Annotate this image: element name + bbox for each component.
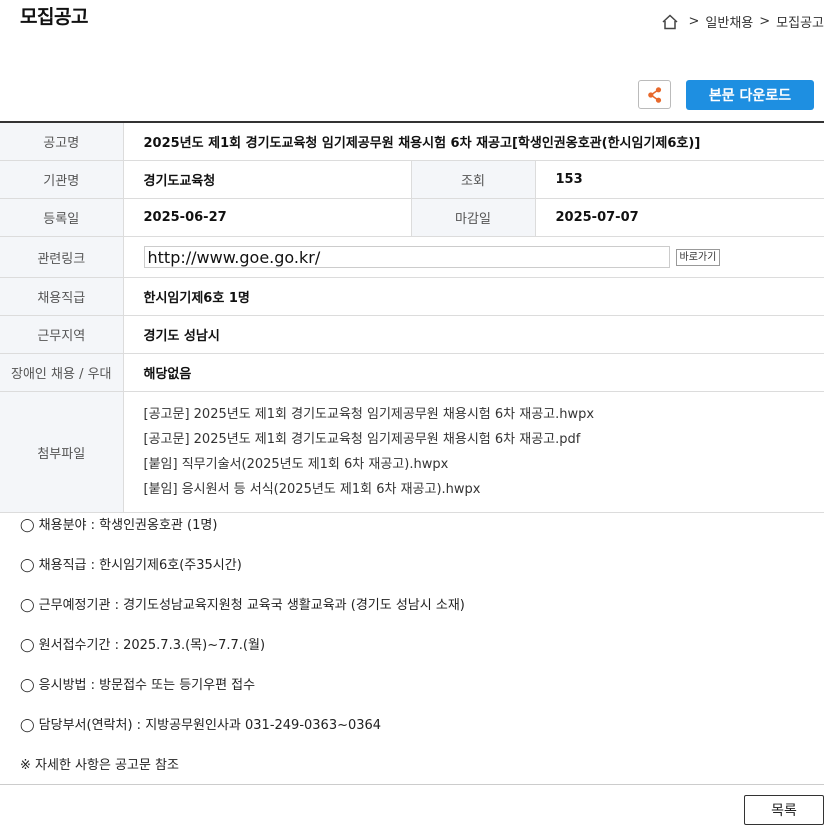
divider: [0, 784, 824, 785]
detail-line: ◯ 채용직급 : 한시임기제6호(주35시간): [20, 558, 242, 573]
home-icon[interactable]: [661, 13, 679, 31]
org-label: 기관명: [0, 160, 124, 199]
detail-line: ◯ 응시방법 : 방문접수 또는 등기우편 접수: [20, 678, 256, 693]
breadcrumb-separator: >: [759, 14, 771, 29]
region-value: 경기도 성남시: [123, 315, 824, 354]
reg-date-label: 등록일: [0, 198, 124, 237]
table-row: 근무지역 경기도 성남시: [0, 315, 824, 354]
org-value: 경기도교육청: [123, 160, 411, 199]
detail-line: ◯ 담당부서(연락처) : 지방공무원인사과 031-249-0363~0364: [20, 718, 382, 733]
page-title: 모집공고: [20, 6, 88, 28]
breadcrumb-item-general-recruit[interactable]: 일반채용: [705, 12, 753, 31]
notice-title-label: 공고명: [0, 122, 124, 161]
share-button[interactable]: [638, 80, 671, 109]
attachments-label: 첨부파일: [0, 391, 124, 513]
disability-value: 해당없음: [123, 353, 824, 392]
table-row: 첨부파일 [공고문] 2025년도 제1회 경기도교육청 임기제공무원 채용시험…: [0, 391, 824, 513]
attachment-link[interactable]: [붙임] 응시원서 등 서식(2025년도 제1회 6차 재공고).hwpx: [144, 477, 824, 502]
deadline-label: 마감일: [410, 198, 536, 237]
related-link-cell: http://www.goe.go.kr/바로가기: [123, 236, 824, 278]
related-link-field[interactable]: http://www.goe.go.kr/: [143, 246, 670, 268]
notice-title-value: 2025년도 제1회 경기도교육청 임기제공무원 채용시험 6차 재공고[학생인…: [123, 122, 824, 161]
breadcrumb-separator: >: [688, 14, 700, 29]
go-link-button[interactable]: 바로가기: [675, 248, 721, 266]
attachment-link[interactable]: [공고문] 2025년도 제1회 경기도교육청 임기제공무원 채용시험 6차 재…: [144, 427, 824, 452]
attachment-link[interactable]: [붙임] 직무기술서(2025년도 제1회 6차 재공고).hwpx: [144, 452, 824, 477]
region-label: 근무지역: [0, 315, 124, 354]
detail-line: ◯ 원서접수기간 : 2025.7.3.(목)~7.7.(월): [20, 638, 266, 653]
list-button[interactable]: 목록: [744, 795, 824, 825]
disability-label: 장애인 채용 / 우대: [0, 353, 124, 392]
breadcrumb: > 일반채용 > 모집공고: [661, 12, 824, 31]
table-row: 등록일 2025-06-27 마감일 2025-07-07: [0, 198, 824, 237]
grade-value: 한시임기제6호 1명: [123, 277, 824, 316]
attachment-link[interactable]: [공고문] 2025년도 제1회 경기도교육청 임기제공무원 채용시험 6차 재…: [144, 402, 824, 427]
download-body-button[interactable]: 본문 다운로드: [686, 80, 814, 110]
detail-line: ◯ 채용분야 : 학생인권옹호관 (1명): [20, 518, 218, 533]
reg-date-value: 2025-06-27: [123, 198, 411, 237]
breadcrumb-item-notice[interactable]: 모집공고: [776, 12, 824, 31]
notice-info-table: 공고명 2025년도 제1회 경기도교육청 임기제공무원 채용시험 6차 재공고…: [0, 121, 824, 513]
table-row: 관련링크 http://www.goe.go.kr/바로가기: [0, 236, 824, 278]
grade-label: 채용직급: [0, 277, 124, 316]
table-row: 장애인 채용 / 우대 해당없음: [0, 353, 824, 392]
share-icon: [647, 86, 661, 103]
attachments-list: [공고문] 2025년도 제1회 경기도교육청 임기제공무원 채용시험 6차 재…: [123, 391, 824, 513]
views-value: 153: [535, 160, 824, 199]
detail-line: ※ 자세한 사항은 공고문 참조: [20, 758, 179, 773]
table-row: 채용직급 한시임기제6호 1명: [0, 277, 824, 316]
related-link-label: 관련링크: [0, 236, 124, 278]
notice-details: ◯ 채용분야 : 학생인권옹호관 (1명) ◯ 채용직급 : 한시임기제6호(주…: [20, 516, 465, 796]
table-row: 기관명 경기도교육청 조회 153: [0, 160, 824, 199]
views-label: 조회: [410, 160, 536, 199]
deadline-value: 2025-07-07: [535, 198, 824, 237]
table-row: 공고명 2025년도 제1회 경기도교육청 임기제공무원 채용시험 6차 재공고…: [0, 122, 824, 161]
detail-line: ◯ 근무예정기관 : 경기도성남교육지원청 교육국 생활교육과 (경기도 성남시…: [20, 598, 465, 613]
